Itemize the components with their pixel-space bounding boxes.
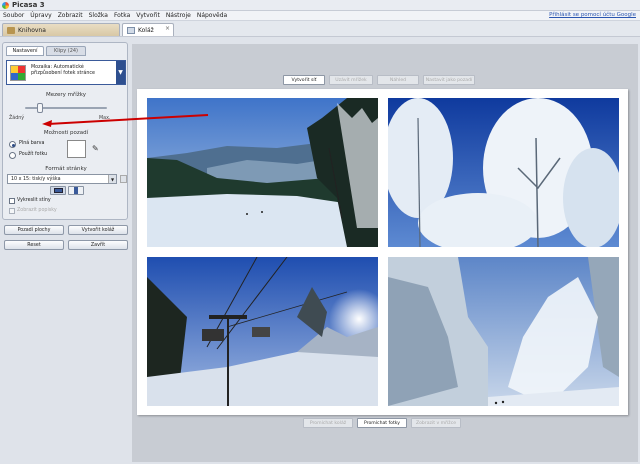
menu-create[interactable]: Vytvořit [136,12,160,19]
mosaic-icon [10,65,26,81]
clear-background-button[interactable]: Pozadí plochy [4,225,64,235]
tab-collage-label: Koláž [138,26,154,34]
portrait-icon [74,187,78,194]
background-color-swatch[interactable] [67,140,86,158]
photo-chairlift-sun[interactable] [147,257,378,406]
page-format-value: 10 x 15: tisk/y výška [11,176,61,182]
page-format-label: Formát stránky [45,166,87,172]
grid-spacing-label: Mezery mřížky [46,92,86,98]
show-grid-button[interactable]: Zobrazit v mřížce [411,418,461,428]
landscape-button[interactable] [50,186,66,195]
background-options-label: Možnosti pozadí [43,130,89,136]
set-background-button[interactable]: Nastavit jako pozadí [423,75,475,85]
create-collage-button[interactable]: Vytvořit koláž [68,225,128,235]
menu-bar: Soubor Úpravy Zobrazit Složka Fotka Vytv… [0,11,640,21]
menu-edit[interactable]: Úpravy [30,12,51,19]
collage-icon [127,26,135,34]
picasa-logo-icon [2,2,9,9]
collage-settings-panel: Nastavení Klipy (24) Mozaika: Automatick… [2,42,128,220]
title-bar: Picasa 3 [0,0,640,11]
menu-tools[interactable]: Nástroje [166,12,191,19]
photo-frosted-trees-sky[interactable] [388,98,619,247]
format-options-button[interactable] [120,175,127,183]
landscape-icon [53,188,63,193]
captions-checkbox[interactable] [9,208,15,214]
collage-type-select[interactable]: Mozaika: Automatické přizpůsobení fotek … [6,60,126,85]
lock-grid-button[interactable]: Uzávít mřížek [329,75,373,85]
menu-photo[interactable]: Fotka [114,12,130,19]
captions-label: Zobrazit popisky [17,208,57,213]
menu-view[interactable]: Zobrazit [58,12,83,19]
chevron-down-icon[interactable]: ▼ [108,175,116,183]
create-grid-button[interactable]: Vytvořit síť [283,75,325,85]
chevron-down-icon[interactable]: ▼ [116,61,125,84]
preview-button[interactable]: Náhled [377,75,419,85]
menu-file[interactable]: Soubor [3,12,24,19]
draw-borders-label: Vykreslit stíny [17,198,51,203]
annotation-arrow-icon [42,114,209,127]
tab-clips[interactable]: Klipy (24) [46,46,86,56]
tab-library[interactable]: Knihovna [2,23,120,36]
tab-settings[interactable]: Nastavení [6,46,44,56]
tab-bar: Knihovna Koláž × [0,21,640,37]
reset-button[interactable]: Reset [4,240,64,250]
solid-color-label: Plná barva [19,141,45,146]
eyedropper-icon[interactable]: ✎ [92,144,99,153]
menu-folder[interactable]: Složka [89,12,108,19]
tab-collage[interactable]: Koláž × [122,23,174,36]
use-photo-label: Použít fotku [19,152,48,157]
tab-library-label: Knihovna [18,26,46,34]
portrait-button[interactable] [68,186,84,195]
close-tab-icon[interactable]: × [165,25,170,32]
window-title: Picasa 3 [12,1,45,9]
collage-type-label: Mozaika: Automatické přizpůsobení fotek … [31,65,95,76]
photo-snow-cannon-forest[interactable] [388,257,619,406]
google-signin-link[interactable]: Přihlásit se pomocí účtu Google [549,12,636,18]
shuffle-collage-button[interactable]: Promíchat koláž [303,418,353,428]
use-photo-radio[interactable] [9,152,16,159]
close-button[interactable]: Zavřít [68,240,128,250]
library-icon [7,26,15,34]
menu-help[interactable]: Nápověda [197,12,227,19]
draw-borders-checkbox[interactable] [9,198,15,204]
slider-min-label: Žádný [9,116,25,121]
page-format-select[interactable]: 10 x 15: tisk/y výška ▼ [7,174,117,184]
solid-color-radio[interactable] [9,141,16,148]
shuffle-photos-button[interactable]: Promíchat fotky [357,418,407,428]
